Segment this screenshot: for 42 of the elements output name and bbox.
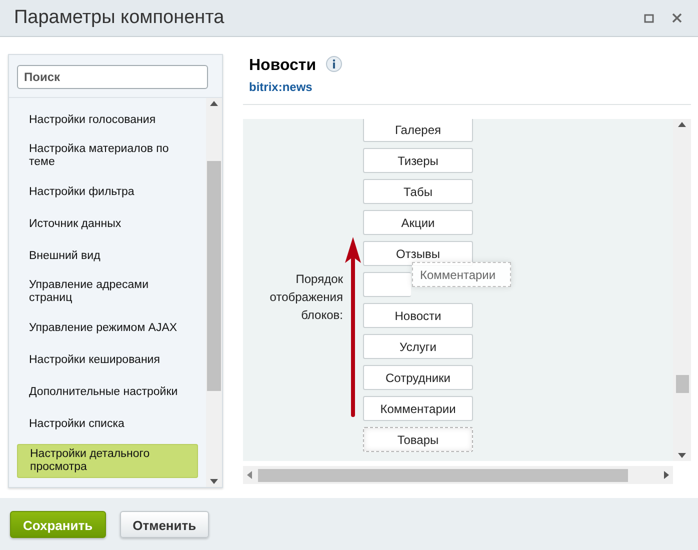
scroll-down-icon[interactable] (678, 453, 686, 458)
close-button[interactable] (670, 11, 684, 25)
component-code: bitrix:news (249, 79, 314, 96)
sidebar-item[interactable]: Настройки голосования (17, 108, 198, 132)
scroll-thumb[interactable] (676, 375, 688, 393)
sortable-block[interactable]: Отзывы (363, 241, 473, 266)
sidebar-item[interactable]: Настройки фильтра (17, 180, 198, 204)
scroll-thumb[interactable] (207, 161, 221, 391)
sortable-block[interactable]: Табы (363, 179, 473, 204)
scroll-down-icon[interactable] (210, 479, 218, 484)
info-icon[interactable] (326, 56, 342, 72)
sidebar-item[interactable]: Управление адресами страниц (17, 276, 198, 308)
window-title: Параметры компонента (14, 6, 226, 30)
search-field[interactable]: Поиск (17, 65, 208, 89)
scroll-right-icon[interactable] (664, 471, 669, 479)
dragged-block[interactable]: Комментарии (412, 262, 511, 287)
scroll-up-icon[interactable] (210, 101, 218, 106)
scrollbar[interactable] (673, 119, 691, 461)
sortable-block[interactable]: Тизеры (363, 148, 473, 173)
scrollbar[interactable] (206, 98, 222, 487)
sortable-block[interactable]: Акции (363, 210, 473, 235)
sortable-block[interactable]: Новости (363, 303, 473, 328)
sortable-block[interactable]: Сотрудники (363, 365, 473, 390)
scroll-up-icon[interactable] (678, 122, 686, 127)
sidebar-item[interactable]: Дополнительные настройки (17, 380, 198, 404)
sidebar-item[interactable]: Источник данных (17, 212, 198, 236)
sidebar-item[interactable]: Настройки детального просмотра (17, 444, 198, 478)
sidebar-item[interactable]: Настройка материалов по теме (17, 140, 198, 172)
component-title: Новости (249, 57, 316, 74)
sidebar-item[interactable]: Настройки списка (17, 412, 198, 436)
horizontal-scrollbar[interactable] (243, 466, 673, 484)
cancel-button[interactable]: Отменить (120, 510, 210, 538)
sortable-block[interactable]: Галерея (363, 119, 473, 142)
sidebar-item[interactable]: Внешний вид (17, 244, 198, 268)
sidebar-item[interactable]: Управление режимом AJAX (17, 316, 198, 340)
scroll-thumb[interactable] (258, 468, 628, 482)
scroll-left-icon[interactable] (247, 471, 252, 479)
drop-placeholder[interactable]: Товары (363, 427, 473, 452)
sidebar-item[interactable]: Настройки кеширования (17, 348, 198, 372)
setting-label: Порядок отображения блоков: (268, 271, 343, 324)
sortable-block[interactable]: Услуги (363, 334, 473, 359)
sortable-block[interactable]: Комментарии (363, 396, 473, 421)
